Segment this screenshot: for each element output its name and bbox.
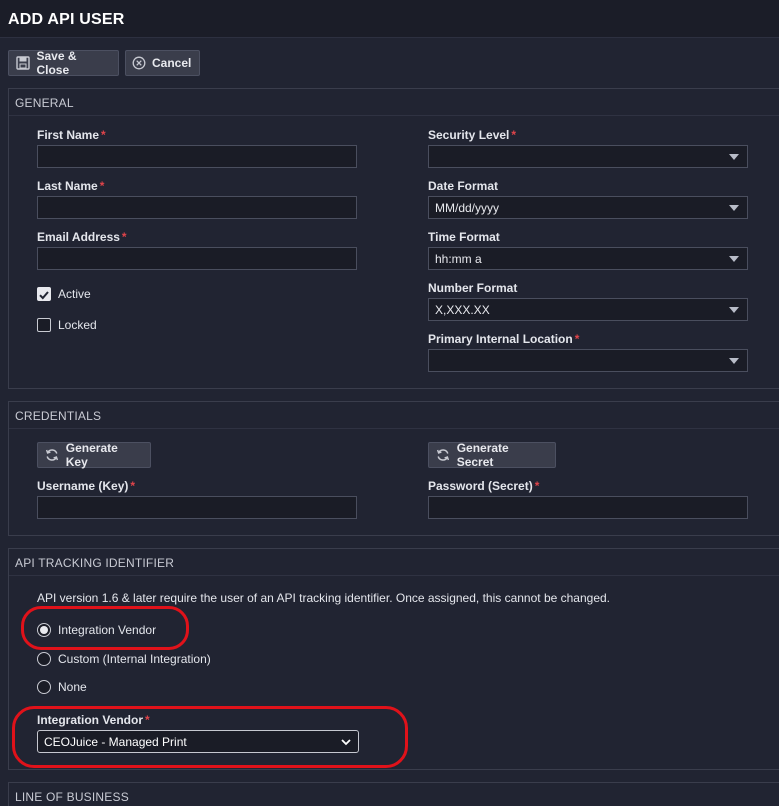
number-format-select[interactable]: X,XXX.XX: [428, 298, 748, 321]
time-format-select[interactable]: hh:mm a: [428, 247, 748, 270]
title-bar: ADD API USER: [0, 0, 779, 38]
required-marker: *: [130, 479, 136, 493]
dropdown-caret-icon: [729, 256, 739, 262]
time-format-label: Time Format: [428, 230, 500, 244]
last-name-label: Last Name *: [37, 179, 105, 193]
tracking-section: API TRACKING IDENTIFIER API version 1.6 …: [8, 548, 779, 770]
radio-custom-integration[interactable]: [37, 652, 51, 666]
refresh-icon: [44, 447, 60, 463]
required-marker: *: [121, 230, 127, 244]
section-title-general: GENERAL: [15, 96, 74, 110]
save-close-label: Save & Close: [36, 49, 77, 77]
dropdown-caret-icon: [729, 307, 739, 313]
password-label: Password (Secret) *: [428, 479, 540, 493]
circle-x-icon: [132, 55, 146, 71]
date-format-label: Date Format: [428, 179, 499, 193]
required-marker: *: [574, 332, 580, 346]
primary-location-label: Primary Internal Location *: [428, 332, 580, 346]
section-title-tracking: API TRACKING IDENTIFIER: [15, 556, 175, 570]
locked-checkbox[interactable]: [37, 318, 51, 332]
radio-integration-vendor-label: Integration Vendor: [58, 623, 157, 637]
username-label: Username (Key) *: [37, 479, 136, 493]
radio-custom-integration-label: Custom (Internal Integration): [58, 652, 211, 666]
last-name-input[interactable]: [37, 196, 357, 219]
generate-secret-label: Generate Secret: [456, 441, 509, 469]
primary-location-select[interactable]: [428, 349, 748, 372]
integration-vendor-select[interactable]: CEOJuice - Managed Print: [37, 730, 359, 753]
first-name-input[interactable]: [37, 145, 357, 168]
required-marker: *: [101, 128, 106, 142]
save-close-button[interactable]: Save & Close: [8, 49, 119, 77]
section-divider: [9, 428, 779, 429]
active-label: Active: [58, 287, 91, 301]
email-label: Email Address *: [37, 230, 127, 244]
time-format-value: hh:mm a: [435, 252, 482, 266]
checkmark-icon: [39, 291, 49, 300]
tracking-notice: API version 1.6 & later require the user…: [37, 591, 611, 605]
refresh-icon: [435, 447, 451, 463]
section-divider: [9, 115, 779, 116]
required-marker: *: [145, 713, 150, 727]
password-input[interactable]: [428, 496, 748, 519]
integration-vendor-label: Integration Vendor *: [37, 713, 150, 727]
security-level-label: Security Level *: [428, 128, 517, 142]
section-title-line-of-business: LINE OF BUSINESS: [15, 790, 129, 804]
first-name-label: First Name *: [37, 128, 106, 142]
generate-secret-button[interactable]: Generate Secret: [428, 441, 556, 469]
active-checkbox[interactable]: [37, 287, 51, 301]
date-format-value: MM/dd/yyyy: [435, 201, 500, 215]
cancel-button[interactable]: Cancel: [125, 50, 200, 76]
required-marker: *: [511, 128, 517, 142]
page-title: ADD API USER: [8, 11, 125, 28]
username-input[interactable]: [37, 496, 357, 519]
dropdown-caret-icon: [729, 205, 739, 211]
radio-none-label: None: [58, 680, 87, 694]
dropdown-caret-icon: [729, 358, 739, 364]
dropdown-caret-icon: [729, 154, 739, 160]
date-format-select[interactable]: MM/dd/yyyy: [428, 196, 748, 219]
required-marker: *: [534, 479, 540, 493]
security-level-select[interactable]: [428, 145, 748, 168]
line-of-business-section: LINE OF BUSINESS: [8, 782, 779, 806]
floppy-disk-icon: [15, 55, 30, 71]
generate-key-button[interactable]: Generate Key: [37, 441, 151, 469]
number-format-label: Number Format: [428, 281, 518, 295]
general-section: GENERAL First Name * Last Name * Email Add…: [8, 88, 779, 389]
section-title-credentials: CREDENTIALS: [15, 409, 102, 423]
cancel-label: Cancel: [152, 56, 192, 70]
radio-integration-vendor[interactable]: [37, 623, 51, 637]
section-divider: [9, 575, 779, 576]
locked-label: Locked: [58, 318, 97, 332]
chevron-down-icon: [340, 736, 352, 751]
credentials-section: CREDENTIALS Generate Key Generate Secret…: [8, 401, 779, 536]
email-input[interactable]: [37, 247, 357, 270]
required-marker: *: [99, 179, 105, 193]
number-format-value: X,XXX.XX: [435, 303, 490, 317]
generate-key-label: Generate Key: [65, 441, 118, 469]
radio-none[interactable]: [37, 680, 51, 694]
integration-vendor-value: CEOJuice - Managed Print: [44, 735, 187, 749]
